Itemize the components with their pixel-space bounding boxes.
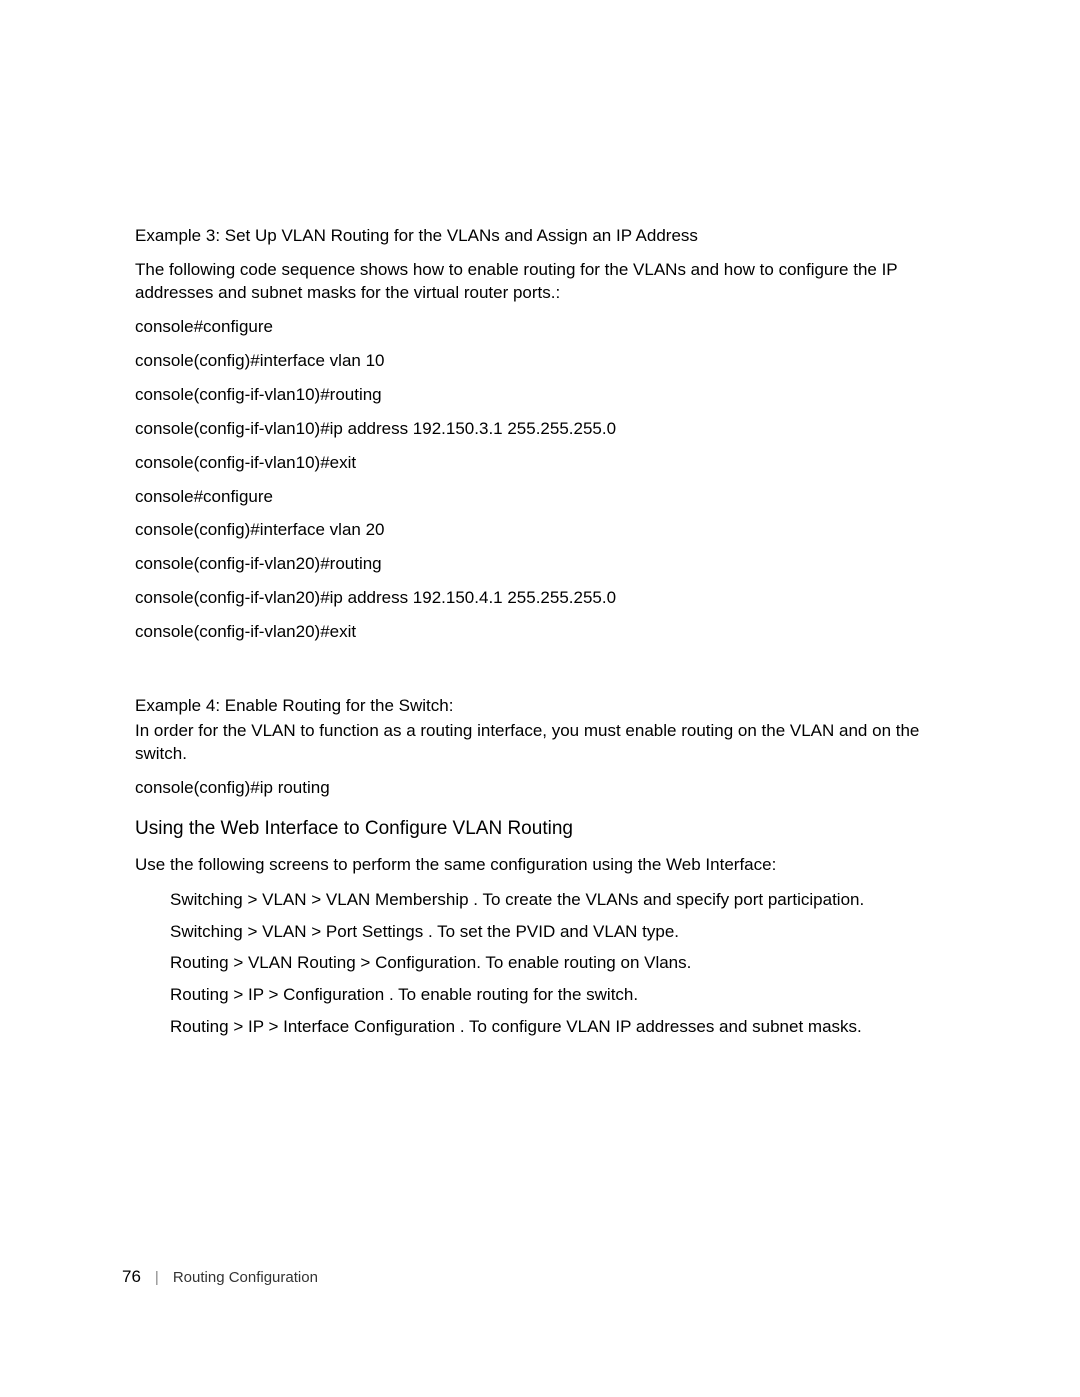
page-number: 76: [122, 1267, 141, 1287]
console-line: console(config-if-vlan10)#ip address 192…: [135, 418, 945, 441]
web-interface-heading: Using the Web Interface to Configure VLA…: [135, 818, 945, 840]
console-line: console(config)#interface vlan 20: [135, 519, 945, 542]
example3-title: Example 3: Set Up VLAN Routing for the V…: [135, 225, 945, 248]
console-line: console#configure: [135, 486, 945, 509]
web-item: Routing > IP > Configuration . To enable…: [135, 983, 945, 1007]
footer-divider: |: [155, 1269, 159, 1286]
page-content: Example 3: Set Up VLAN Routing for the V…: [0, 0, 1080, 1039]
web-item: Switching > VLAN > Port Settings . To se…: [135, 920, 945, 944]
web-item: Switching > VLAN > VLAN Membership . To …: [135, 888, 945, 912]
web-interface-intro: Use the following screens to perform the…: [135, 854, 945, 877]
example4-intro: In order for the VLAN to function as a r…: [135, 720, 945, 766]
console-line: console(config)#interface vlan 10: [135, 350, 945, 373]
console-line: console(config-if-vlan20)#routing: [135, 553, 945, 576]
spacer: [135, 655, 945, 695]
example4-title: Example 4: Enable Routing for the Switch…: [135, 695, 945, 718]
footer-section-label: Routing Configuration: [173, 1269, 318, 1286]
console-line: console(config-if-vlan10)#routing: [135, 384, 945, 407]
page-footer: 76 | Routing Configuration: [122, 1267, 318, 1287]
console-line: console(config-if-vlan10)#exit: [135, 452, 945, 475]
web-item: Routing > VLAN Routing > Configuration. …: [135, 951, 945, 975]
web-item: Routing > IP > Interface Configuration .…: [135, 1015, 945, 1039]
console-line: console(config)#ip routing: [135, 777, 945, 800]
example3-intro: The following code sequence shows how to…: [135, 259, 945, 305]
console-line: console(config-if-vlan20)#exit: [135, 621, 945, 644]
console-line: console#configure: [135, 316, 945, 339]
console-line: console(config-if-vlan20)#ip address 192…: [135, 587, 945, 610]
